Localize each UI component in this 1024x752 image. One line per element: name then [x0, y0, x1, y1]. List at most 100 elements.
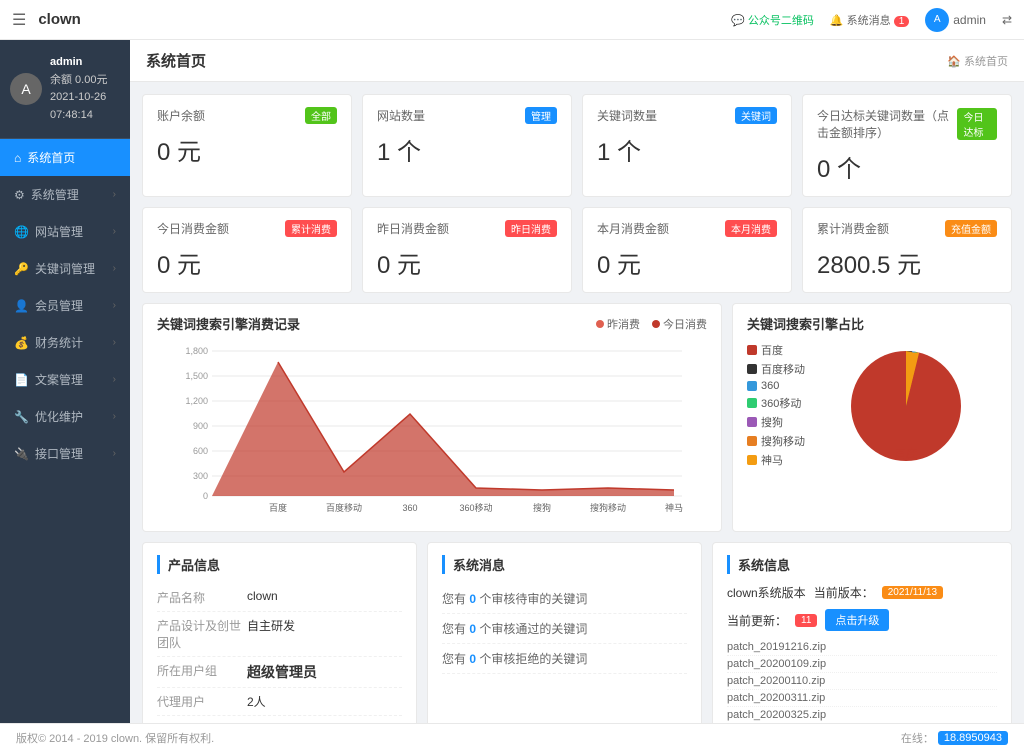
- sidebar-item-members[interactable]: 👤 会员管理 ›: [0, 287, 130, 324]
- product-team-label: 产品设计及创世团队: [157, 617, 247, 651]
- product-agents-row: 代理用户 2人: [157, 688, 402, 716]
- keyword-icon: 🔑: [14, 262, 29, 276]
- system-info-card: 系统信息 clown系统版本 当前版本： 2021/11/13 当前更新： 11…: [712, 542, 1012, 723]
- svg-text:百度: 百度: [269, 502, 287, 513]
- stat-card-target: 今日达标关键词数量（点击金额排序） 今日达标 0 个: [802, 94, 1012, 197]
- stat-badge-yesterday[interactable]: 昨日消费: [505, 220, 557, 237]
- svg-text:1,200: 1,200: [185, 396, 208, 406]
- update-count: 11: [795, 614, 817, 627]
- product-name-label: 产品名称: [157, 589, 247, 606]
- legend-today: 今日消费: [652, 316, 707, 332]
- legend-baidu-mobile: 百度移动: [747, 361, 805, 377]
- stat-title-balance: 账户余额: [157, 107, 205, 124]
- bar-chart-header: 关键词搜索引擎消费记录 昨消费 今日消费: [157, 314, 707, 333]
- legend-yesterday: 昨消费: [596, 316, 640, 332]
- sidebar-item-optimize[interactable]: 🔧 优化维护 ›: [0, 398, 130, 435]
- content-area: 系统首页 🏠 系统首页 账户余额 全部 0 元 网站数量 管理 1 个: [130, 40, 1024, 723]
- member-icon: 👤: [14, 299, 29, 313]
- sys-info-section-title: 系统信息: [727, 555, 997, 574]
- wechat-qr-link[interactable]: 💬 公众号二维码: [731, 12, 814, 28]
- admin-menu[interactable]: A admin: [925, 8, 986, 32]
- user-avatar: A: [10, 73, 42, 105]
- legend-360-mobile: 360移动: [747, 395, 805, 411]
- topbar-right: 💬 公众号二维码 🔔 系统消息 1 A admin ⇄: [731, 8, 1012, 32]
- sidebar-item-keywords[interactable]: 🔑 关键词管理 ›: [0, 250, 130, 287]
- stat-title-month: 本月消费金额: [597, 220, 669, 237]
- stat-badge-today[interactable]: 累计消费: [285, 220, 337, 237]
- stat-badge-keywords[interactable]: 关键词: [735, 107, 777, 124]
- stats-row-1: 账户余额 全部 0 元 网站数量 管理 1 个 关键词数量 关键词 1 个: [130, 94, 1024, 197]
- sidebar-system-label: 系统管理: [31, 186, 79, 203]
- pie-chart-svg-container: 百度: [815, 341, 997, 471]
- admin-name: admin: [953, 13, 986, 27]
- user-balance: 余额 0.00元: [50, 72, 120, 90]
- upgrade-button[interactable]: 点击升级: [825, 609, 889, 631]
- msg-count-0[interactable]: 0: [469, 592, 476, 606]
- product-team-value: 自主研发: [247, 617, 295, 651]
- sidebar-item-system[interactable]: ⚙ 系统管理 ›: [0, 176, 130, 213]
- msg-count-2[interactable]: 0: [469, 652, 476, 666]
- sidebar-menu: ⌂ 系统首页 ⚙ 系统管理 › 🌐 网站管理 › 🔑: [0, 139, 130, 723]
- svg-text:搜狗: 搜狗: [533, 502, 551, 513]
- system-notice-link[interactable]: 🔔 系统消息 1: [830, 12, 909, 28]
- share-icon[interactable]: ⇄: [1002, 13, 1012, 27]
- online-count-label: 在线：: [901, 730, 934, 746]
- version-label: clown系统版本: [727, 584, 806, 601]
- stat-title-keywords: 关键词数量: [597, 107, 657, 124]
- sidebar-keywords-label: 关键词管理: [35, 260, 95, 277]
- charts-row: 关键词搜索引擎消费记录 昨消费 今日消费: [130, 303, 1024, 532]
- stat-card-balance: 账户余额 全部 0 元: [142, 94, 352, 197]
- stat-card-month: 本月消费金额 本月消费 0 元: [582, 207, 792, 293]
- optimize-icon: 🔧: [14, 410, 29, 424]
- stat-badge-websites[interactable]: 管理: [525, 107, 557, 124]
- page-title: 系统首页: [146, 50, 206, 71]
- chevron-right-icon2: ›: [113, 226, 116, 237]
- stat-value-yesterday: 0 元: [377, 245, 557, 280]
- sidebar-item-website[interactable]: 🌐 网站管理 ›: [0, 213, 130, 250]
- svg-text:搜狗移动: 搜狗移动: [590, 502, 626, 513]
- sidebar-item-finance[interactable]: 💰 财务统计 ›: [0, 324, 130, 361]
- stat-title-target: 今日达标关键词数量（点击金额排序）: [817, 107, 957, 141]
- bar-chart-legend: 昨消费 今日消费: [596, 316, 707, 332]
- sys-msg-item-1: 您有 0 个审核通过的关键词: [442, 614, 687, 644]
- version-badge: 2021/11/13: [882, 586, 943, 599]
- pie-chart-area: 百度 百度移动 360 360移动: [747, 341, 997, 471]
- product-group-value: 超级管理员: [247, 662, 317, 682]
- product-section-title: 产品信息: [157, 555, 402, 574]
- stat-badge-target[interactable]: 今日达标: [957, 108, 997, 140]
- stat-title-yesterday: 昨日消费金额: [377, 220, 449, 237]
- breadcrumb: 🏠 系统首页: [947, 53, 1008, 69]
- pie-chart-card: 关键词搜索引擎占比 百度 百度移动 3: [732, 303, 1012, 532]
- sidebar-item-api[interactable]: 🔌 接口管理 ›: [0, 435, 130, 472]
- patch-item-2: patch_20200110.zip: [727, 673, 997, 690]
- msg-count-1[interactable]: 0: [469, 622, 476, 636]
- notice-badge: 1: [894, 16, 910, 27]
- system-icon: ⚙: [14, 188, 25, 202]
- sys-msg-section-title: 系统消息: [442, 555, 687, 574]
- chevron-right-icon8: ›: [113, 448, 116, 459]
- content-icon: 📄: [14, 373, 29, 387]
- website-icon: 🌐: [14, 225, 29, 239]
- stat-card-today: 今日消费金额 累计消费 0 元: [142, 207, 352, 293]
- stat-title-websites: 网站数量: [377, 107, 425, 124]
- menu-toggle-icon[interactable]: ☰: [12, 10, 26, 30]
- chevron-right-icon7: ›: [113, 411, 116, 422]
- stat-badge-month[interactable]: 本月消费: [725, 220, 777, 237]
- home-icon: ⌂: [14, 151, 21, 165]
- system-messages-card: 系统消息 您有 0 个审核待审的关键词 您有 0 个审核通过的关键词 您有 0 …: [427, 542, 702, 723]
- page-header: 系统首页 🏠 系统首页: [130, 40, 1024, 82]
- sidebar-item-home[interactable]: ⌂ 系统首页: [0, 139, 130, 176]
- stat-badge-balance[interactable]: 全部: [305, 107, 337, 124]
- stat-value-websites: 1 个: [377, 132, 557, 167]
- stat-badge-total[interactable]: 充值金额: [945, 220, 997, 237]
- user-info: admin 余额 0.00元 2021-10-26 07:48:14: [50, 54, 120, 124]
- bar-chart-card: 关键词搜索引擎消费记录 昨消费 今日消费: [142, 303, 722, 532]
- legend-360: 360: [747, 380, 805, 392]
- main-layout: A admin 余额 0.00元 2021-10-26 07:48:14 ⌂ 系…: [0, 40, 1024, 723]
- sidebar-item-content[interactable]: 📄 文案管理 ›: [0, 361, 130, 398]
- svg-text:百度移动: 百度移动: [326, 502, 362, 513]
- pie-chart-header: 关键词搜索引擎占比: [747, 314, 997, 333]
- patch-list: patch_20191216.zip patch_20200109.zip pa…: [727, 639, 997, 723]
- current-version-label: 当前版本：: [814, 584, 874, 601]
- svg-text:360: 360: [402, 503, 417, 513]
